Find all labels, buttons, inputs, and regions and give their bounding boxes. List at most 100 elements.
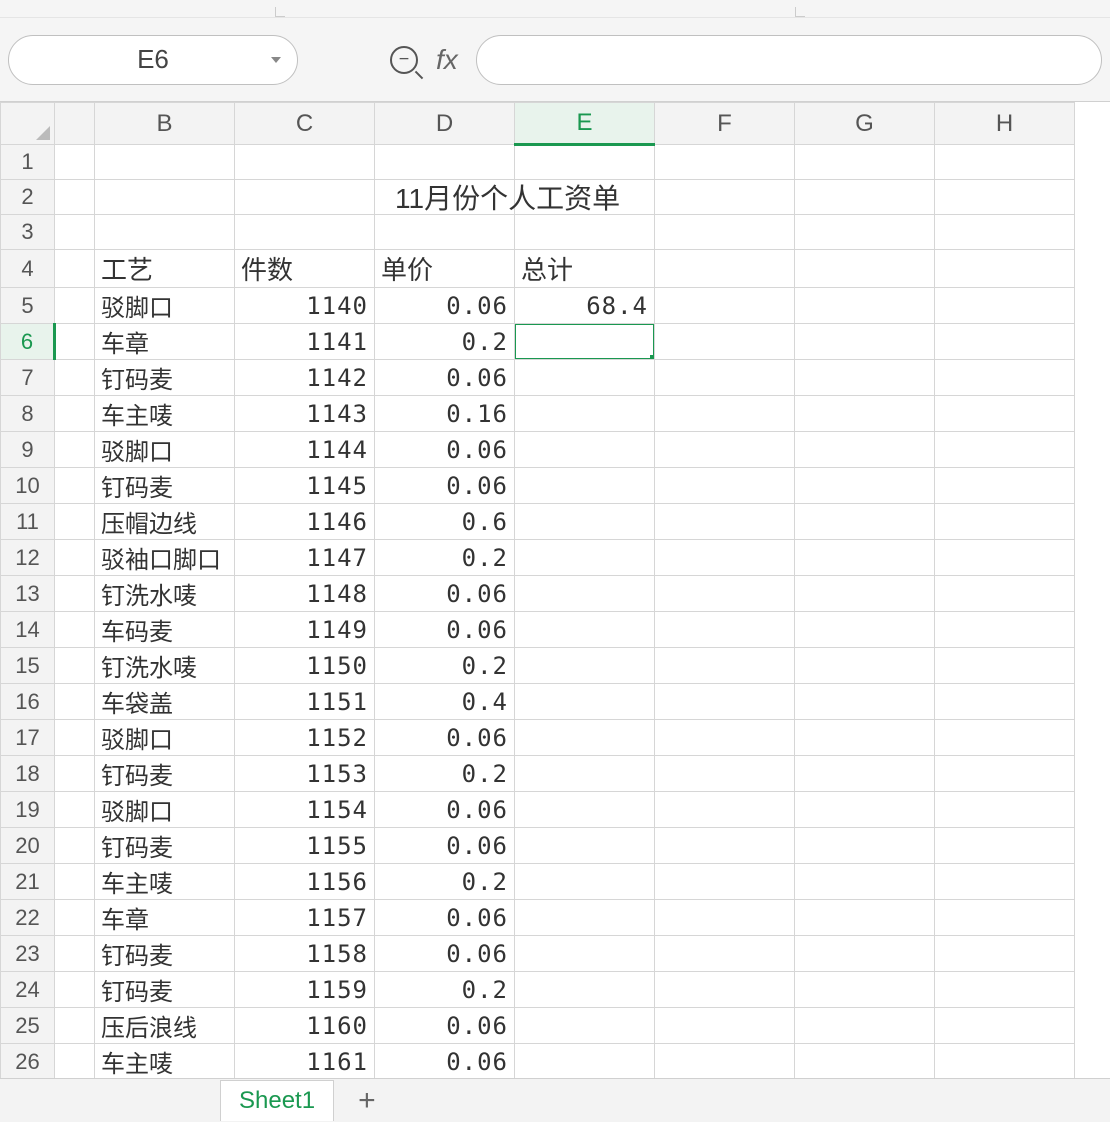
cell[interactable] — [55, 250, 95, 288]
column-header[interactable]: C — [235, 103, 375, 145]
cell[interactable] — [935, 468, 1075, 504]
cell[interactable] — [55, 648, 95, 684]
cell[interactable] — [515, 432, 655, 468]
cell[interactable] — [655, 215, 795, 250]
cell[interactable] — [795, 215, 935, 250]
cell[interactable] — [935, 972, 1075, 1008]
cell[interactable]: 车章 — [95, 900, 235, 936]
cell[interactable] — [515, 215, 655, 250]
cell[interactable]: 1152 — [235, 720, 375, 756]
cell[interactable]: 1140 — [235, 288, 375, 324]
cell[interactable] — [655, 720, 795, 756]
cell[interactable] — [935, 180, 1075, 215]
column-header[interactable]: H — [935, 103, 1075, 145]
zoom-out-icon[interactable] — [390, 46, 418, 74]
cell[interactable]: 车主唛 — [95, 1044, 235, 1080]
row-header[interactable]: 13 — [1, 576, 55, 612]
cell[interactable] — [795, 936, 935, 972]
cell[interactable]: 0.06 — [375, 576, 515, 612]
cell[interactable]: 压帽边线 — [95, 504, 235, 540]
cell[interactable] — [515, 540, 655, 576]
cell[interactable] — [795, 756, 935, 792]
cell[interactable]: 车章 — [95, 324, 235, 360]
cell[interactable]: 0.2 — [375, 756, 515, 792]
cell[interactable]: 0.06 — [375, 1044, 515, 1080]
cell[interactable]: 车主唛 — [95, 396, 235, 432]
cell[interactable] — [55, 576, 95, 612]
cell[interactable] — [515, 648, 655, 684]
cell[interactable]: 0.2 — [375, 972, 515, 1008]
row-header[interactable]: 16 — [1, 684, 55, 720]
cell[interactable]: 驳脚口 — [95, 288, 235, 324]
header-cell[interactable]: 件数 — [235, 250, 375, 288]
cell[interactable]: 1146 — [235, 504, 375, 540]
column-header[interactable]: G — [795, 103, 935, 145]
cell[interactable]: 驳脚口 — [95, 792, 235, 828]
cell[interactable] — [55, 792, 95, 828]
cell[interactable] — [795, 504, 935, 540]
cell[interactable] — [655, 756, 795, 792]
cell[interactable] — [795, 684, 935, 720]
cell[interactable] — [55, 684, 95, 720]
cell[interactable] — [515, 972, 655, 1008]
cell[interactable]: 钉码麦 — [95, 756, 235, 792]
cell[interactable] — [935, 828, 1075, 864]
cell[interactable] — [55, 288, 95, 324]
name-box[interactable]: E6 — [8, 35, 298, 85]
cell[interactable] — [795, 468, 935, 504]
column-header-active[interactable]: E — [515, 103, 655, 145]
cell[interactable] — [655, 180, 795, 215]
cell[interactable] — [515, 504, 655, 540]
cell[interactable] — [55, 145, 95, 180]
cell[interactable]: 0.06 — [375, 612, 515, 648]
cell[interactable] — [935, 288, 1075, 324]
cell[interactable]: 车码麦 — [95, 612, 235, 648]
cell[interactable] — [795, 324, 935, 360]
cell[interactable] — [655, 432, 795, 468]
fx-label[interactable]: fx — [436, 44, 458, 76]
cell[interactable]: 1159 — [235, 972, 375, 1008]
cell[interactable] — [655, 1008, 795, 1044]
cell[interactable] — [935, 215, 1075, 250]
cell[interactable] — [935, 396, 1075, 432]
cell[interactable] — [515, 360, 655, 396]
cell[interactable]: 车袋盖 — [95, 684, 235, 720]
add-sheet-icon[interactable]: + — [358, 1084, 376, 1118]
cell[interactable] — [655, 684, 795, 720]
cell[interactable]: 0.16 — [375, 396, 515, 432]
cell[interactable]: 0.06 — [375, 792, 515, 828]
cell[interactable] — [655, 828, 795, 864]
cell[interactable] — [655, 468, 795, 504]
cell[interactable] — [235, 145, 375, 180]
cell[interactable] — [795, 360, 935, 396]
cell[interactable] — [55, 540, 95, 576]
cell[interactable] — [795, 612, 935, 648]
cell[interactable]: 1143 — [235, 396, 375, 432]
cell[interactable] — [515, 1008, 655, 1044]
cell[interactable] — [655, 576, 795, 612]
cell[interactable] — [795, 432, 935, 468]
cell[interactable]: 1153 — [235, 756, 375, 792]
cell[interactable] — [55, 828, 95, 864]
cell[interactable] — [795, 1044, 935, 1080]
cell[interactable]: 0.06 — [375, 936, 515, 972]
row-header[interactable]: 12 — [1, 540, 55, 576]
cell[interactable] — [655, 972, 795, 1008]
cell[interactable]: 0.06 — [375, 432, 515, 468]
cell[interactable] — [655, 396, 795, 432]
cell[interactable] — [55, 1008, 95, 1044]
cell[interactable] — [935, 504, 1075, 540]
cell[interactable]: 1141 — [235, 324, 375, 360]
cell[interactable] — [375, 145, 515, 180]
cell[interactable] — [515, 576, 655, 612]
cell[interactable] — [515, 684, 655, 720]
row-header[interactable]: 7 — [1, 360, 55, 396]
cell[interactable] — [55, 900, 95, 936]
cell[interactable] — [655, 936, 795, 972]
row-header[interactable]: 25 — [1, 1008, 55, 1044]
cell[interactable] — [935, 540, 1075, 576]
cell[interactable]: 1144 — [235, 432, 375, 468]
cell[interactable] — [55, 720, 95, 756]
cell[interactable] — [235, 215, 375, 250]
cell[interactable]: 1151 — [235, 684, 375, 720]
